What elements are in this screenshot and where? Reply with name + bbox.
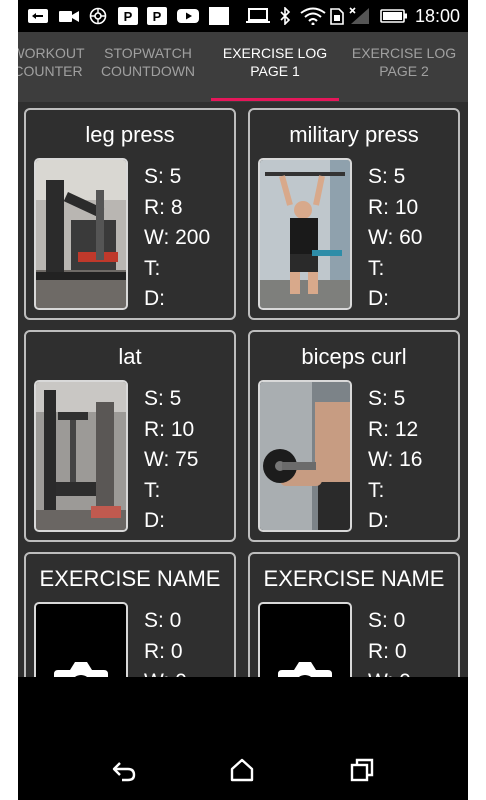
exercise-card[interactable]: military press S: 5 R: 10 W: 60 T: D:	[248, 108, 460, 320]
tab-label: PAGE 1	[250, 63, 300, 79]
camera-icon	[278, 662, 332, 677]
tab-stopwatch-countdown[interactable]: STOPWATCH COUNTDOWN	[88, 44, 208, 102]
sets-value: S: 5	[368, 387, 406, 410]
exercise-name: military press	[289, 122, 419, 147]
exercise-photo-placeholder[interactable]	[258, 602, 352, 677]
time-value: T:	[144, 256, 161, 280]
recents-icon[interactable]	[348, 757, 376, 783]
lat-machine-photo	[36, 382, 126, 530]
battery-icon	[380, 9, 407, 23]
blank-square-icon	[209, 7, 229, 25]
tab-bar: WORKOUT COUNTER STOPWATCH COUNTDOWN EXER…	[18, 32, 468, 102]
reps-value: R: 0	[368, 639, 407, 663]
reps-value: R: 10	[144, 417, 195, 441]
exercise-log-grid[interactable]: leg press S: 5 R: 8 W: 200 T: D: militar…	[18, 102, 468, 677]
exercise-photo[interactable]	[34, 158, 128, 310]
sets-value: S: 5	[144, 165, 182, 188]
biceps-curl-photo	[260, 382, 350, 530]
exercise-stats: S: 5 R: 10 W: 60 T: D:	[368, 162, 422, 315]
exercise-card[interactable]: EXERCISE NAME S: 0 R: 0 W: 0 T: D:	[248, 552, 460, 677]
tv-cast-icon	[28, 9, 48, 23]
sets-value: S: 5	[368, 165, 406, 188]
weight-value: W: 0	[368, 667, 411, 677]
camera-icon	[54, 662, 108, 677]
svg-text:P: P	[153, 9, 162, 24]
exercise-photo[interactable]	[258, 158, 352, 310]
tab-label: EXERCISE LOG	[351, 45, 457, 61]
status-bar: P P 18:00	[18, 0, 468, 32]
laptop-icon	[246, 8, 270, 23]
signal-x-icon	[349, 7, 369, 24]
exercise-stats: S: 5 R: 10 W: 75 T: D:	[144, 384, 198, 537]
weight-value: W: 0	[144, 667, 187, 677]
sets-value: S: 0	[368, 609, 406, 632]
youtube-icon	[177, 9, 199, 23]
weight-value: W: 200	[144, 226, 211, 249]
svg-text:P: P	[124, 9, 133, 24]
tab-label: EXERCISE LOG	[222, 45, 328, 61]
exercise-stats: S: 5 R: 8 W: 200 T: D:	[144, 162, 210, 315]
exercise-name: biceps curl	[301, 344, 407, 369]
sets-value: S: 0	[144, 609, 182, 632]
weight-value: W: 60	[368, 226, 423, 249]
parking-app-icon: P	[147, 7, 167, 25]
exercise-photo[interactable]	[34, 380, 128, 532]
tab-label: STOPWATCH	[104, 45, 192, 61]
distance-value: D:	[368, 287, 389, 310]
exercise-name: lat	[118, 344, 142, 369]
weight-value: W: 75	[144, 448, 199, 471]
sim-icon	[330, 8, 344, 25]
distance-value: D:	[368, 509, 389, 532]
exercise-stats: S: 0 R: 0 W: 0 T: D:	[144, 606, 187, 677]
exercise-name: EXERCISE NAME	[263, 566, 445, 591]
exercise-card[interactable]: lat S: 5 R: 10 W: 75 T: D:	[24, 330, 236, 542]
reps-value: R: 0	[144, 639, 183, 663]
exercise-card[interactable]: biceps curl S: 5 R: 12 W: 16 T: D:	[248, 330, 460, 542]
wifi-question-icon	[300, 7, 326, 25]
bluetooth-icon	[280, 7, 291, 25]
parking-app-icon: P	[118, 7, 138, 25]
app-screen: P P 18:00 WORKOUT COUNTER STOPWATCH COUN…	[18, 0, 468, 800]
exercise-name: leg press	[85, 122, 175, 147]
time-value: T:	[368, 256, 385, 280]
time-value: T:	[144, 478, 161, 502]
distance-value: D:	[144, 509, 165, 532]
military-press-photo	[260, 160, 350, 308]
video-camera-icon	[59, 11, 79, 22]
time-value: T:	[368, 478, 385, 502]
reps-value: R: 8	[144, 195, 183, 219]
exercise-card[interactable]: EXERCISE NAME S: 0 R: 0 W: 0 T: D:	[24, 552, 236, 677]
exercise-photo[interactable]	[258, 380, 352, 532]
exercise-stats: S: 0 R: 0 W: 0 T: D:	[368, 606, 411, 677]
exercise-photo-placeholder[interactable]	[34, 602, 128, 677]
tab-exercise-log-page-1[interactable]: EXERCISE LOG PAGE 1	[211, 44, 339, 102]
weight-value: W: 16	[368, 448, 423, 471]
system-nav-bar	[18, 677, 468, 800]
reps-value: R: 10	[368, 195, 419, 219]
tab-label: COUNTDOWN	[100, 63, 196, 79]
exercise-name: EXERCISE NAME	[39, 566, 221, 591]
clock: 18:00	[414, 6, 460, 26]
home-icon[interactable]	[228, 757, 256, 783]
sets-value: S: 5	[144, 387, 182, 410]
tab-exercise-log-page-2[interactable]: EXERCISE LOG PAGE 2	[340, 44, 468, 102]
exercise-stats: S: 5 R: 12 W: 16 T: D:	[368, 384, 422, 537]
active-tab-indicator	[211, 98, 339, 101]
back-icon[interactable]	[110, 757, 138, 783]
leg-press-machine-photo	[36, 160, 126, 308]
reps-value: R: 12	[368, 417, 419, 441]
exercise-card[interactable]: leg press S: 5 R: 8 W: 200 T: D:	[24, 108, 236, 320]
tab-label: PAGE 2	[379, 63, 429, 79]
settings-flower-icon	[89, 7, 107, 25]
distance-value: D:	[144, 287, 165, 310]
